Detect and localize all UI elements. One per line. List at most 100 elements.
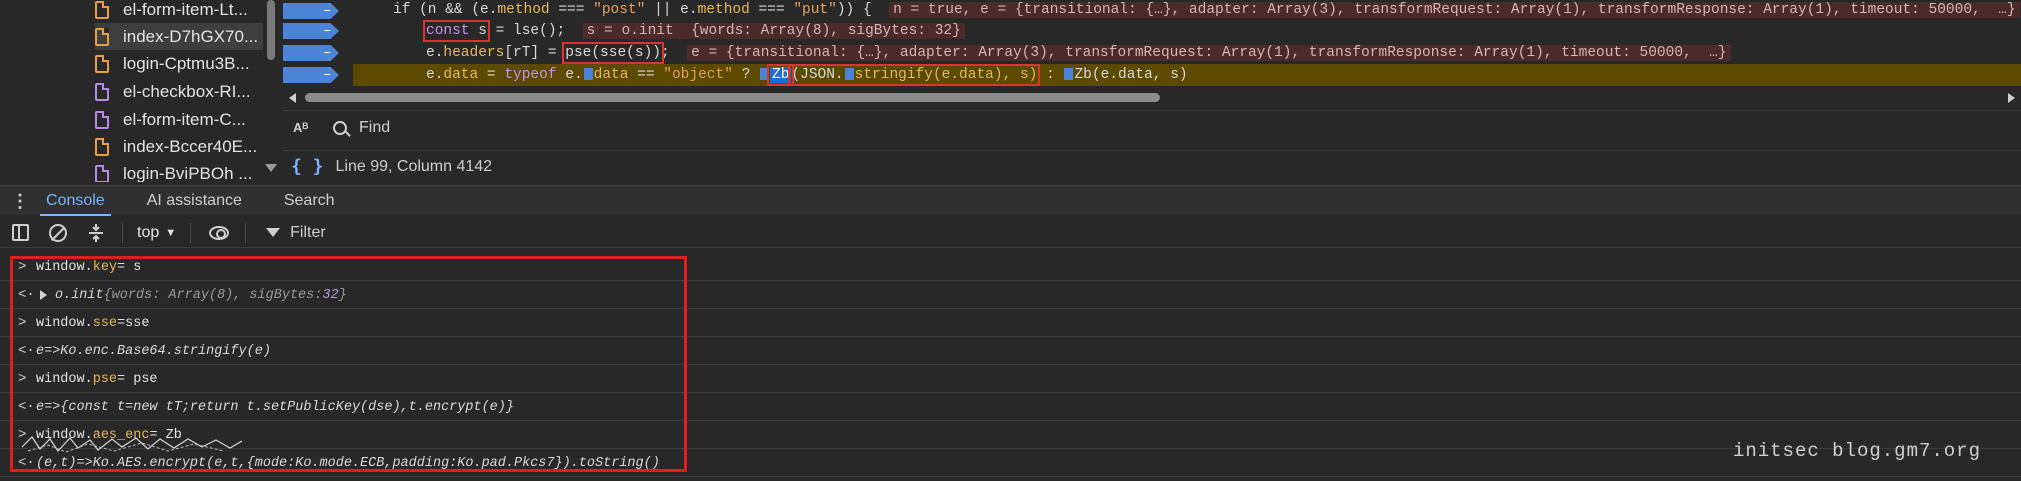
filter-input[interactable]: Filter — [266, 224, 326, 242]
eye-icon — [209, 225, 230, 240]
console-text: = pse — [117, 371, 158, 387]
tab-console[interactable]: Console — [40, 186, 111, 216]
breakpoint-symbol: – — [323, 67, 332, 83]
file-name: login-Cptmu3B... — [123, 53, 250, 73]
current-execution-line: e.data = typeof e. data == "object" ? Zb(… — [353, 64, 2021, 86]
step-marker-icon[interactable] — [760, 68, 770, 81]
breakpoint-marker[interactable]: – — [283, 3, 339, 19]
js-file-icon — [95, 54, 109, 73]
file-name: el-form-item-Lt... — [123, 0, 248, 19]
code-text: Zb(e.data, s) — [1074, 67, 1188, 83]
step-marker-icon[interactable] — [844, 68, 854, 81]
step-marker-icon[interactable] — [583, 68, 593, 81]
console-text: window. — [36, 427, 93, 443]
pretty-print-icon[interactable]: { } — [291, 156, 324, 177]
console-output-row[interactable]: <· (e,t)=>Ko.AES.encrypt(e,t,{mode:Ko.mo… — [0, 450, 2021, 477]
find-input-wrap[interactable]: Find — [333, 119, 390, 137]
code-line: if (n && (e.method === "post" || e.metho… — [393, 0, 2020, 21]
console-output-row[interactable]: <· e=>Ko.enc.Base64.stringify(e) — [0, 338, 2021, 365]
editor-scroll-thumb[interactable] — [305, 93, 1160, 102]
console-prop: sse — [92, 315, 118, 331]
code-text: = lse(); — [486, 23, 566, 39]
live-expression-button[interactable] — [209, 223, 230, 243]
code-text: ? — [732, 67, 760, 83]
tab-ai-assistance[interactable]: AI assistance — [141, 186, 248, 216]
tab-search[interactable]: Search — [278, 186, 341, 216]
breakpoint-symbol: – — [323, 3, 332, 19]
breakpoint-symbol: – — [323, 45, 332, 61]
file-tree-scroll-thumb[interactable] — [267, 0, 275, 60]
filter-icon — [266, 228, 281, 237]
console-number: 32 — [322, 287, 339, 303]
input-prompt-icon: > — [18, 427, 27, 443]
show-sidebar-button[interactable] — [10, 223, 30, 243]
scroll-down-arrow-icon[interactable] — [265, 164, 277, 172]
zb-args-box: (JSON. stringify(e.data), s) — [788, 64, 1041, 86]
collapse-icon — [89, 223, 103, 242]
console-text: (e,t)=>Ko.AES.encrypt(e,t,{mode:Ko.mode.… — [36, 455, 660, 471]
code-string: "post" — [593, 2, 646, 18]
console-output-row[interactable]: <· o.init {words: Array(8), sigBytes: 32… — [0, 282, 2021, 309]
drawer-tab-bar: ⋮ Console AI assistance Search — [0, 185, 2021, 216]
breakpoint-marker[interactable]: – — [283, 67, 339, 83]
cursor-position: Line 99, Column 4142 — [335, 157, 493, 175]
code-text: [rT] = — [504, 45, 566, 61]
code-keyword: const — [426, 23, 470, 39]
more-options-icon[interactable]: ⋮ — [0, 192, 40, 210]
output-prompt-icon: <· — [18, 343, 35, 359]
file-item[interactable]: login-Cptmu3B... — [95, 50, 250, 77]
scroll-right-arrow-icon[interactable] — [2008, 93, 2015, 103]
code-string: "object" — [663, 67, 733, 83]
console-input-row[interactable]: > window. pse = pse — [0, 366, 2021, 393]
breakpoint-marker[interactable]: – — [283, 45, 339, 61]
collapse-button[interactable] — [86, 223, 106, 243]
scroll-left-arrow-icon[interactable] — [289, 93, 296, 103]
console-prop: aes_enc — [92, 427, 150, 443]
search-icon — [333, 120, 347, 135]
code-text: e. — [426, 67, 444, 83]
find-input[interactable]: Find — [359, 119, 390, 137]
console-text: window. — [36, 371, 93, 387]
code-text: || e. — [645, 2, 698, 18]
toolbar-divider — [122, 222, 123, 243]
code-text: === — [549, 2, 594, 18]
console-output[interactable]: > window. key = s <· o.init {words: Array… — [0, 249, 2021, 481]
file-name: index-D7hGX70... — [123, 26, 259, 46]
breakpoint-symbol: – — [323, 23, 332, 39]
clear-console-button[interactable] — [48, 223, 68, 243]
code-line: e.headers[rT] = pse(sse(s)); e = {transi… — [426, 42, 1731, 64]
console-input-row[interactable]: > window. key = s — [0, 254, 2021, 281]
watermark: initsec blog.gm7.org — [1732, 440, 1981, 462]
file-item[interactable]: el-checkbox-RI... — [95, 78, 251, 105]
code-line: const s = lse(); s = o.init {words: Arra… — [423, 20, 965, 42]
console-input-row[interactable]: > window. aes_enc = Zb — [0, 422, 2021, 449]
expand-arrow-icon[interactable] — [40, 290, 47, 300]
console-output-row[interactable]: <· e=>{const t=new tT;return t.setPublic… — [0, 394, 2021, 421]
code-text: )) { — [836, 2, 872, 18]
zb-call: Zb — [766, 64, 795, 86]
console-text: = Zb — [149, 427, 182, 443]
filter-placeholder: Filter — [290, 223, 326, 241]
file-tree-scrollbar[interactable] — [264, 0, 278, 182]
context-selector[interactable]: top ▼ — [131, 224, 182, 242]
console-input-row[interactable]: > window. sse =sse — [0, 310, 2021, 337]
context-value: top — [137, 223, 160, 241]
step-marker-icon[interactable] — [1064, 68, 1074, 81]
code-string: "put" — [793, 2, 837, 18]
match-case-toggle[interactable]: Aᴮ — [283, 120, 323, 135]
code-prop: data — [443, 67, 479, 83]
pse-call-box: pse(sse(s)) — [562, 42, 664, 64]
code-editor[interactable]: – if (n && (e.method === "post" || e.met… — [283, 0, 2021, 88]
breakpoint-marker[interactable]: – — [283, 23, 339, 39]
input-prompt-icon: > — [18, 315, 27, 331]
file-item[interactable]: index-Bccer40E... — [95, 133, 257, 160]
input-prompt-icon: > — [18, 259, 27, 275]
file-item[interactable]: el-form-item-C... — [95, 106, 246, 133]
console-toolbar: top ▼ Filter — [0, 218, 2021, 248]
file-item[interactable]: login-BviPBOh ... — [95, 160, 252, 182]
file-item-selected[interactable]: index-D7hGX70... — [95, 23, 263, 50]
sources-panel: el-form-item-Lt... index-D7hGX70... logi… — [0, 0, 2021, 182]
file-item[interactable]: el-form-item-Lt... — [95, 0, 248, 23]
output-prompt-icon: <· — [18, 399, 35, 415]
editor-horizontal-scrollbar[interactable] — [283, 90, 2021, 104]
